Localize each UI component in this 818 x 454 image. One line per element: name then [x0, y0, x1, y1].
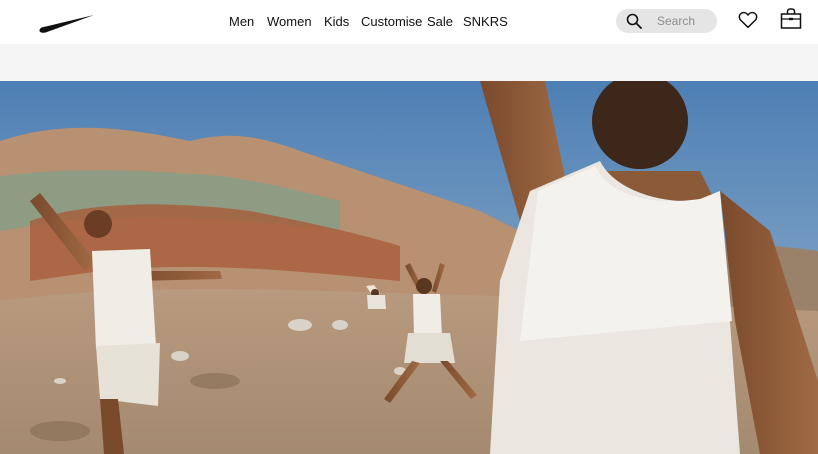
- search-icon: [626, 13, 642, 29]
- search-placeholder: Search: [657, 14, 696, 28]
- bag-icon[interactable]: [779, 7, 803, 31]
- promo-banner: [0, 44, 818, 81]
- nav-men[interactable]: Men: [229, 13, 257, 31]
- hero-image[interactable]: [0, 81, 818, 454]
- hero-scene: [0, 81, 818, 454]
- nav-snkrs[interactable]: SNKRS: [463, 13, 508, 31]
- nav-women[interactable]: Women: [267, 13, 314, 31]
- nav-sale[interactable]: Sale: [427, 13, 453, 31]
- nike-swoosh-icon[interactable]: [38, 12, 96, 34]
- site-header: Men Women Kids Customise Sale SNKRS Sear…: [0, 0, 818, 44]
- nav-customise[interactable]: Customise: [361, 13, 422, 31]
- heart-icon[interactable]: [737, 9, 759, 31]
- main-nav: Men Women Kids Customise Sale SNKRS: [229, 13, 508, 31]
- search-input[interactable]: Search: [616, 9, 717, 33]
- nav-kids[interactable]: Kids: [324, 13, 351, 31]
